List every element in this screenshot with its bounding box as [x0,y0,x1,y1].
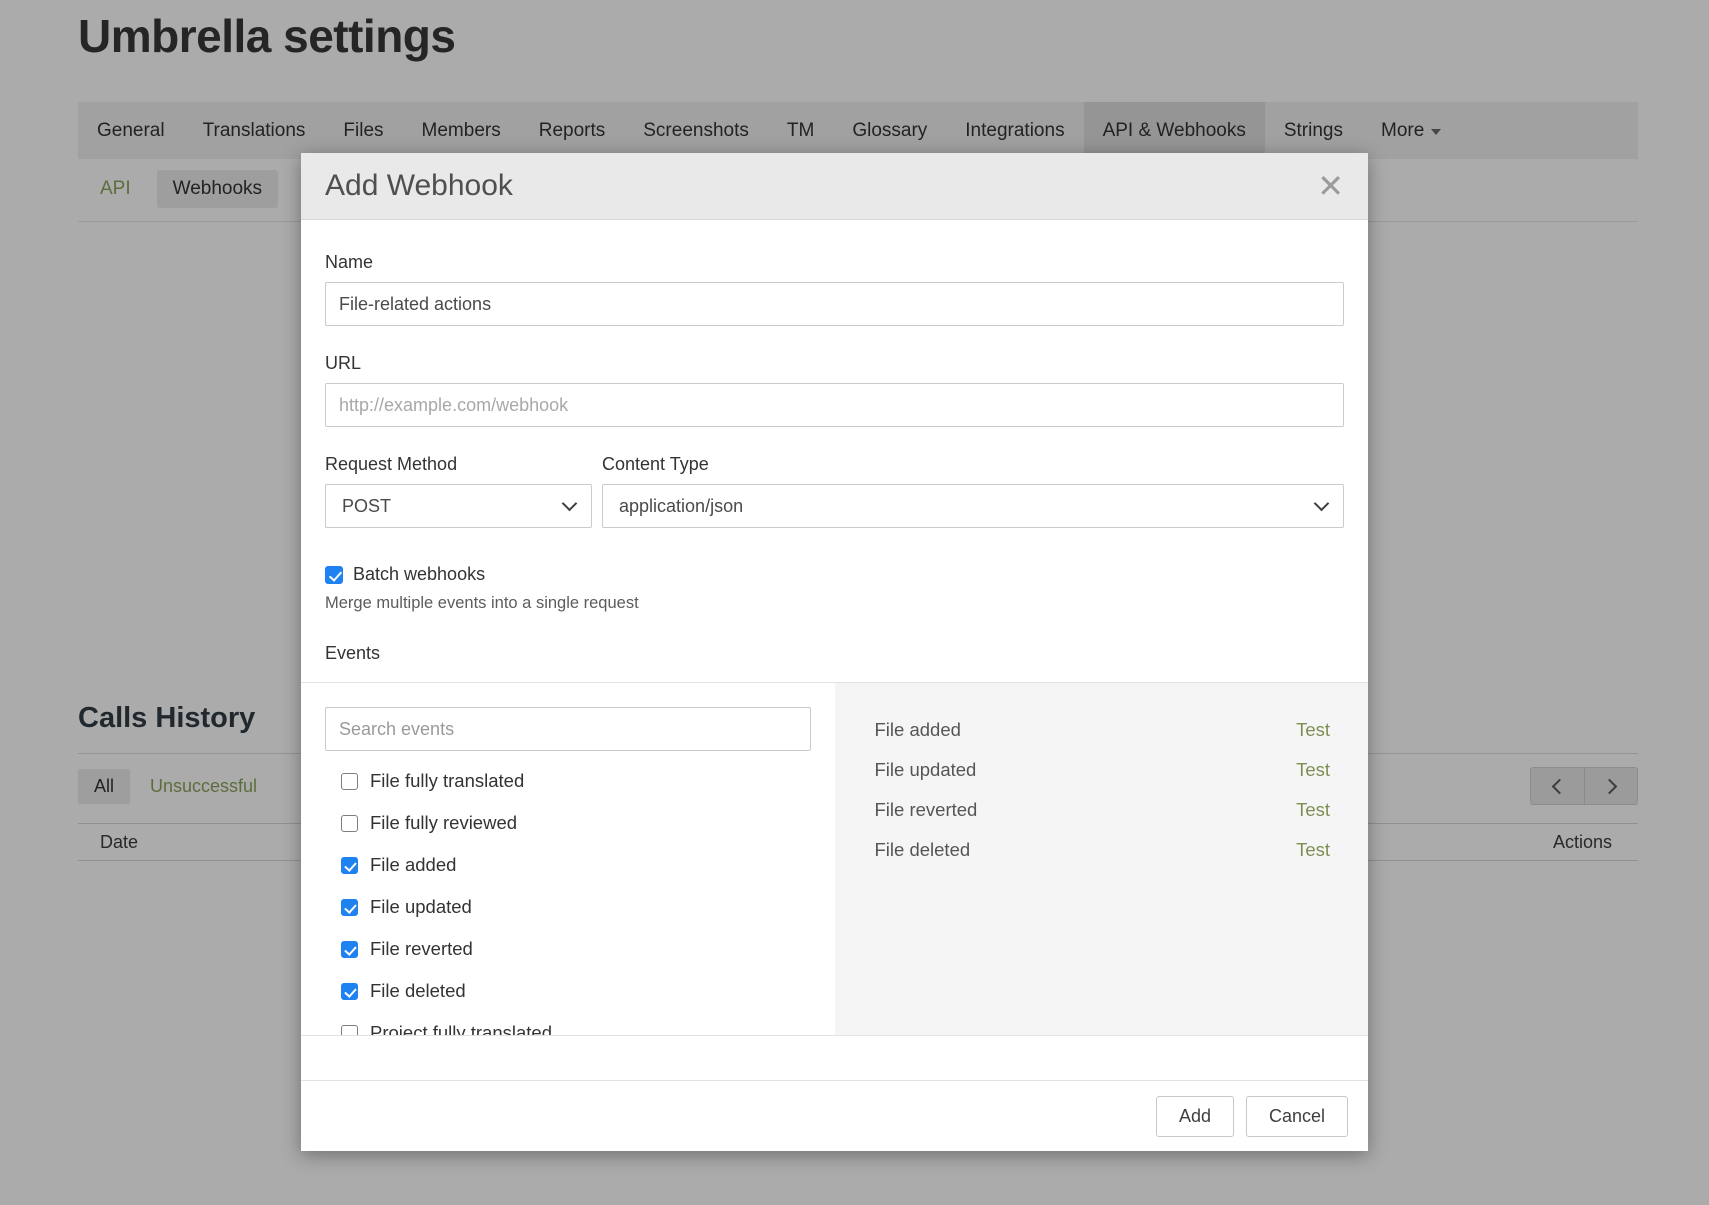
request-method-group: Request Method POST [325,454,592,528]
event-option-label: File reverted [370,938,473,960]
url-input[interactable] [325,383,1344,427]
checkbox-checked[interactable] [341,983,358,1000]
event-option-file-fully-translated[interactable]: File fully translated [341,760,811,802]
add-button[interactable]: Add [1156,1096,1234,1137]
content-type-select[interactable]: application/json [602,484,1344,528]
url-label: URL [325,353,1344,374]
selected-event-row: File reverted Test [875,790,1331,830]
test-link[interactable]: Test [1296,799,1330,821]
selected-event-row: File added Test [875,710,1331,750]
test-link[interactable]: Test [1296,759,1330,781]
checkbox-unchecked[interactable] [341,815,358,832]
add-webhook-modal: Add Webhook ✕ Name URL Request Method PO… [301,153,1368,1151]
request-method-select[interactable]: POST [325,484,592,528]
event-option-file-updated[interactable]: File updated [341,886,811,928]
event-option-label: File deleted [370,980,466,1002]
chevron-down-icon [562,496,578,512]
content-type-label: Content Type [602,454,1344,475]
close-icon[interactable]: ✕ [1317,170,1344,202]
event-option-file-fully-reviewed[interactable]: File fully reviewed [341,802,811,844]
url-field-group: URL [325,353,1344,427]
request-method-label: Request Method [325,454,592,475]
selected-event-row: File deleted Test [875,830,1331,870]
event-option-file-deleted[interactable]: File deleted [341,970,811,1012]
checkbox-checked[interactable] [341,857,358,874]
selected-event-label: File reverted [875,799,978,821]
selected-event-label: File updated [875,759,977,781]
checkbox-unchecked[interactable] [341,1025,358,1037]
content-type-group: Content Type application/json [602,454,1344,528]
name-field-group: Name [325,252,1344,326]
batch-webhooks-row[interactable]: Batch webhooks [325,564,1344,585]
name-label: Name [325,252,1344,273]
batch-webhooks-help: Merge multiple events into a single requ… [325,594,1344,613]
test-link[interactable]: Test [1296,719,1330,741]
request-method-value: POST [342,496,391,517]
selected-event-row: File updated Test [875,750,1331,790]
test-link[interactable]: Test [1296,839,1330,861]
checkbox-checked[interactable] [341,899,358,916]
events-checkbox-list: File fully translated File fully reviewed… [325,760,811,1036]
event-option-label: File fully translated [370,770,524,792]
events-label: Events [325,643,1344,664]
chevron-down-icon [1314,496,1330,512]
checkbox-checked[interactable] [341,941,358,958]
modal-title: Add Webhook [325,169,513,203]
modal-body: Name URL Request Method POST Content Typ… [301,220,1368,682]
batch-webhooks-label: Batch webhooks [353,564,485,585]
event-option-project-fully-translated[interactable]: Project fully translated [341,1012,811,1036]
event-option-label: File fully reviewed [370,812,517,834]
events-section: File fully translated File fully reviewed… [301,682,1368,1036]
search-events-input[interactable] [325,707,811,751]
events-picker-panel: File fully translated File fully reviewed… [301,683,835,1035]
modal-header: Add Webhook ✕ [301,153,1368,220]
batch-webhooks-checkbox[interactable] [325,566,343,584]
selected-event-label: File deleted [875,839,971,861]
cancel-button[interactable]: Cancel [1246,1096,1348,1137]
event-option-label: File added [370,854,456,876]
selected-events-panel: File addedTestFile updatedTestFile rever… [835,683,1369,1035]
method-content-row: Request Method POST Content Type applica… [325,454,1344,528]
name-input[interactable] [325,282,1344,326]
selected-event-label: File added [875,719,961,741]
footer-spacer [301,1036,1368,1080]
event-option-label: File updated [370,896,472,918]
event-option-file-added[interactable]: File added [341,844,811,886]
modal-footer: Add Cancel [301,1080,1368,1151]
event-option-label: Project fully translated [370,1022,552,1036]
event-option-file-reverted[interactable]: File reverted [341,928,811,970]
content-type-value: application/json [619,496,743,517]
checkbox-unchecked[interactable] [341,773,358,790]
